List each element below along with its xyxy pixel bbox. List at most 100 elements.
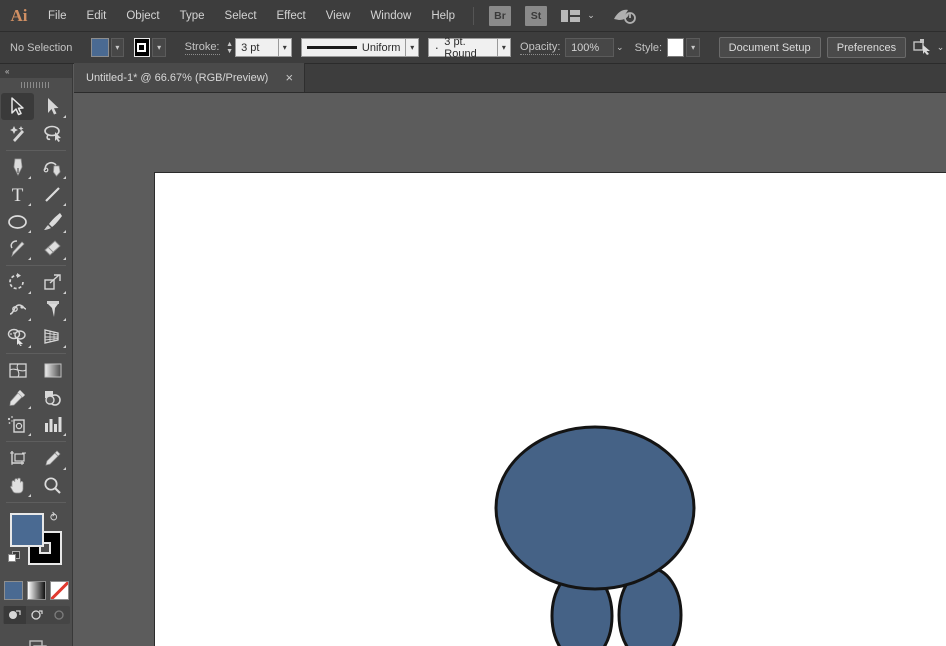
align-options-chevron-icon[interactable]: ⌄ xyxy=(935,38,946,58)
tool-hand[interactable] xyxy=(1,472,34,499)
menu-edit[interactable]: Edit xyxy=(77,0,117,32)
canvas-area[interactable] xyxy=(74,93,946,646)
swap-fill-stroke-icon[interactable]: ⥁ xyxy=(50,511,64,525)
tool-divider xyxy=(6,502,66,503)
color-mode-button[interactable] xyxy=(3,581,23,600)
tool-mesh[interactable] xyxy=(1,357,34,384)
stroke-weight-input[interactable]: 3 pt xyxy=(235,38,278,57)
tool-rotate[interactable] xyxy=(1,269,34,296)
tool-shape-builder[interactable] xyxy=(1,323,34,350)
preferences-button[interactable]: Preferences xyxy=(826,37,907,58)
collapse-panel-icon[interactable]: « xyxy=(5,67,10,76)
tool-divider xyxy=(6,265,66,266)
menu-select[interactable]: Select xyxy=(215,0,267,32)
document-tab[interactable]: Untitled-1* @ 66.67% (RGB/Preview) × xyxy=(74,63,306,92)
menu-divider xyxy=(473,6,474,25)
menu-view[interactable]: View xyxy=(316,0,361,32)
draw-inside-button[interactable] xyxy=(48,606,70,624)
tool-row xyxy=(0,120,72,147)
fill-color-swatch[interactable] xyxy=(91,38,109,57)
change-screen-mode-button[interactable] xyxy=(0,638,72,646)
align-to-selection-icon[interactable] xyxy=(913,38,933,58)
fill-color-indicator[interactable] xyxy=(10,513,44,547)
tool-divider xyxy=(6,441,66,442)
draw-behind-button[interactable] xyxy=(26,606,48,624)
tools-panel: « T ⥁ xyxy=(0,64,73,646)
tool-magic-wand[interactable] xyxy=(1,120,34,147)
tool-direct-selection[interactable] xyxy=(36,93,69,120)
menu-bar: Ai File Edit Object Type Select Effect V… xyxy=(0,0,946,32)
document-setup-button[interactable]: Document Setup xyxy=(718,37,821,58)
blue-creature-drawing[interactable] xyxy=(485,403,745,646)
tool-shaper[interactable] xyxy=(1,235,34,262)
tool-selection[interactable] xyxy=(1,93,34,120)
tool-lasso[interactable] xyxy=(36,120,69,147)
tool-row xyxy=(0,472,72,499)
menu-file[interactable]: File xyxy=(38,0,77,32)
paint-mode-buttons xyxy=(0,581,72,600)
tool-row xyxy=(0,296,72,323)
tool-row xyxy=(0,154,72,181)
arrange-chevron-down-icon[interactable]: ⌄ xyxy=(584,6,598,26)
default-fill-stroke-icon[interactable] xyxy=(8,551,21,564)
tool-blend[interactable] xyxy=(36,384,69,411)
tool-symbol-sprayer[interactable] xyxy=(1,411,34,438)
stock-launch-button[interactable]: St xyxy=(525,5,547,26)
tools-panel-grip[interactable] xyxy=(0,78,72,91)
stroke-color-swatch[interactable] xyxy=(133,38,151,57)
tool-line-segment[interactable] xyxy=(36,181,69,208)
arrange-documents-icon[interactable] xyxy=(560,6,582,26)
tool-type[interactable]: T xyxy=(1,181,34,208)
graphic-style-swatch[interactable] xyxy=(666,38,685,57)
tool-pen[interactable] xyxy=(1,154,34,181)
opacity-input[interactable]: 100% xyxy=(565,38,615,57)
tool-eyedropper[interactable] xyxy=(1,384,34,411)
tool-paintbrush[interactable] xyxy=(36,208,69,235)
artboard[interactable] xyxy=(154,172,946,646)
opacity-options-chevron-icon[interactable]: ⌄ xyxy=(614,38,625,57)
opacity-label[interactable]: Opacity: xyxy=(520,41,561,55)
tool-curvature[interactable] xyxy=(36,154,69,181)
control-bar: No Selection ▾ ▾ Stroke: ▲ ▼ 3 pt ▾ Unifo… xyxy=(0,32,946,64)
fill-stroke-controls: ⥁ xyxy=(0,509,72,579)
tool-artboard[interactable] xyxy=(1,445,34,472)
tool-divider xyxy=(6,353,66,354)
none-mode-button[interactable] xyxy=(49,581,69,600)
tool-column-graph[interactable] xyxy=(36,411,69,438)
menu-type[interactable]: Type xyxy=(170,0,215,32)
tool-scale[interactable] xyxy=(36,269,69,296)
tool-free-transform[interactable] xyxy=(36,296,69,323)
tool-gradient[interactable] xyxy=(36,357,69,384)
stroke-weight-dropdown-icon[interactable]: ▾ xyxy=(277,38,292,57)
tool-perspective-grid[interactable] xyxy=(36,323,69,350)
tool-row xyxy=(0,235,72,262)
graphic-style-dropdown-icon[interactable]: ▾ xyxy=(686,38,700,57)
brush-definition-display[interactable]: · 3 pt. Round xyxy=(428,36,498,60)
tool-ellipse[interactable] xyxy=(1,208,34,235)
creative-cloud-sync-icon[interactable] xyxy=(610,5,638,27)
stroke-weight-label[interactable]: Stroke: xyxy=(184,41,220,55)
draw-normal-button[interactable] xyxy=(3,606,26,624)
gradient-mode-button[interactable] xyxy=(26,581,46,600)
selection-status-label: No Selection xyxy=(10,41,73,54)
tool-eraser[interactable] xyxy=(36,235,69,262)
stroke-swatch-dropdown-icon[interactable]: ▾ xyxy=(152,38,166,57)
brush-definition-dropdown-icon[interactable]: ▾ xyxy=(497,38,511,57)
menu-object[interactable]: Object xyxy=(116,0,169,32)
bridge-launch-button[interactable]: Br xyxy=(489,5,511,26)
tool-width[interactable] xyxy=(1,296,34,323)
tool-row xyxy=(0,208,72,235)
fill-swatch-dropdown-icon[interactable]: ▾ xyxy=(110,38,125,57)
svg-text:T: T xyxy=(12,185,24,204)
document-tab-title: Untitled-1* @ 66.67% (RGB/Preview) xyxy=(86,71,269,84)
tool-zoom[interactable] xyxy=(36,472,69,499)
menu-help[interactable]: Help xyxy=(421,0,465,32)
menu-effect[interactable]: Effect xyxy=(267,0,316,32)
close-icon[interactable]: × xyxy=(282,71,296,84)
menu-window[interactable]: Window xyxy=(360,0,421,32)
tool-slice[interactable] xyxy=(36,445,69,472)
stroke-profile-preview xyxy=(300,38,357,57)
stroke-profile-dropdown-icon[interactable]: ▾ xyxy=(405,38,420,57)
tool-row: T xyxy=(0,181,72,208)
stroke-weight-stepper[interactable]: ▲ ▼ xyxy=(224,38,235,57)
